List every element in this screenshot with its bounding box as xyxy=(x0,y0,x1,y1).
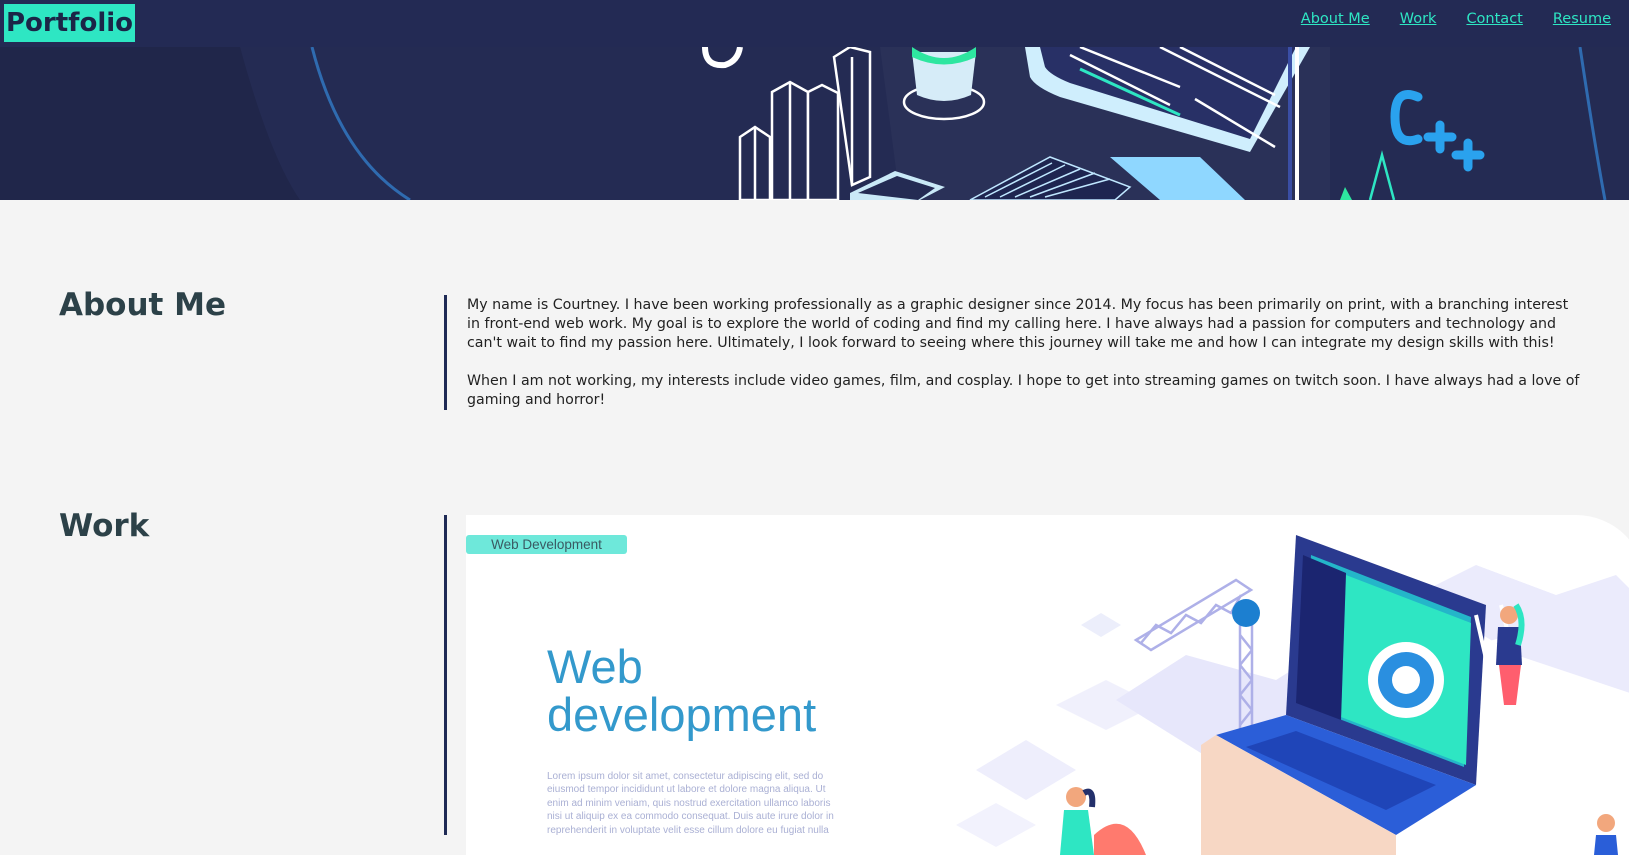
about-divider xyxy=(444,295,447,410)
work-card-heading: Web development xyxy=(547,640,817,741)
hero-illustration xyxy=(0,47,1607,200)
work-divider xyxy=(444,515,447,835)
nav-link-about-me[interactable]: About Me xyxy=(1301,11,1370,27)
about-paragraph-1: My name is Courtney. I have been working… xyxy=(467,297,1569,351)
top-nav: Portfolio About Me Work Contact Resume xyxy=(0,0,1629,47)
nav-link-resume[interactable]: Resume xyxy=(1553,11,1611,27)
hero-banner xyxy=(0,47,1629,200)
work-card-text: Lorem ipsum dolor sit amet, consectetur … xyxy=(547,771,834,836)
about-me-heading: About Me xyxy=(59,287,227,323)
squiggle-icon xyxy=(702,47,743,69)
bar-chart-icon xyxy=(738,47,872,200)
web-dev-illustration xyxy=(956,535,1629,855)
work-card[interactable]: Web Development Web development Lorem ip… xyxy=(466,515,1629,855)
person-icon xyxy=(1060,787,1146,855)
site-logo[interactable]: Portfolio xyxy=(4,4,136,42)
nav-link-work[interactable]: Work xyxy=(1400,11,1437,27)
work-category-badge: Web Development xyxy=(466,535,627,554)
about-paragraph-2: When I am not working, my interests incl… xyxy=(467,373,1580,408)
work-heading: Work xyxy=(59,508,150,544)
nav-link-contact[interactable]: Contact xyxy=(1466,11,1522,27)
person-icon xyxy=(1594,814,1618,855)
about-me-text: My name is Courtney. I have been working… xyxy=(467,296,1582,429)
tree-icon xyxy=(1340,150,1396,200)
nav-links: About Me Work Contact Resume xyxy=(1301,11,1611,27)
cpp-logo-icon xyxy=(1390,90,1485,172)
